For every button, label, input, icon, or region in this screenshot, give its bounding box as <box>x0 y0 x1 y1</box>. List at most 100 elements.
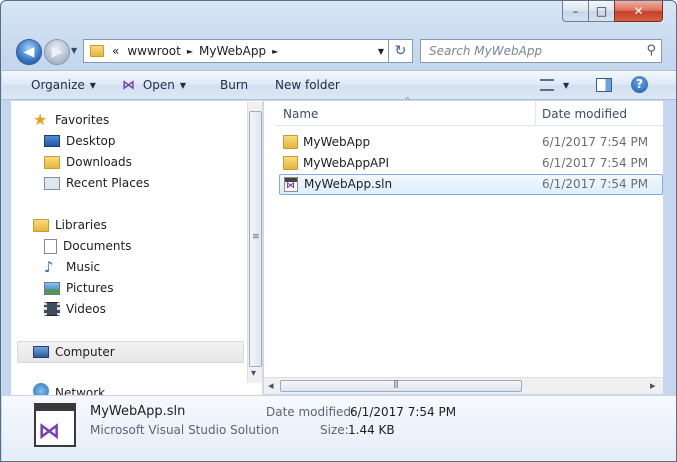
file-row-mywebappapi[interactable]: MyWebAppAPI 6/1/2017 7:54 PM <box>279 153 663 174</box>
details-file-type: Microsoft Visual Studio Solution <box>90 423 279 437</box>
command-bar: Organize ▼ ⋈ Open ▼ Burn New folder ▼ ? <box>2 70 676 100</box>
details-file-name: MyWebApp.sln <box>90 404 186 419</box>
music-icon: ♪ <box>44 258 54 276</box>
details-size-label: Size: <box>320 423 349 437</box>
scroll-down-arrow-icon[interactable]: ▾ <box>251 368 256 379</box>
preview-pane-button[interactable] <box>596 78 612 95</box>
breadcrumb-mywebapp[interactable]: MyWebApp <box>199 44 266 58</box>
file-row-mywebapp[interactable]: MyWebApp 6/1/2017 7:54 PM <box>279 132 663 153</box>
scroll-left-arrow-icon[interactable]: ◂ <box>268 379 274 392</box>
organize-button[interactable]: Organize ▼ <box>31 78 96 92</box>
file-name: MyWebApp.sln <box>304 177 393 191</box>
sidebar-item-label: Computer <box>55 345 115 359</box>
address-dropdown-icon[interactable]: ▼ <box>378 47 384 56</box>
downloads-folder-icon <box>44 155 60 169</box>
sidebar-item-label: Documents <box>63 239 132 253</box>
recent-places-icon <box>44 176 60 190</box>
file-row-mywebapp-sln[interactable]: ⋈ MyWebApp.sln 6/1/2017 7:54 PM <box>279 174 663 195</box>
close-icon: ✕ <box>633 4 644 18</box>
sidebar-item-network[interactable]: Network <box>33 383 105 395</box>
star-icon: ★ <box>33 110 48 129</box>
sidebar-item-videos[interactable]: Videos <box>44 299 106 319</box>
chevron-down-icon: ▼ <box>71 46 78 55</box>
file-name: MyWebApp <box>303 135 371 149</box>
chevron-down-icon: ▼ <box>563 81 570 90</box>
solution-file-large-icon: ⋈ <box>34 403 76 447</box>
sidebar-item-label: Network <box>55 386 106 395</box>
back-arrow-icon: ◀ <box>23 44 35 60</box>
minimize-icon: – <box>572 4 579 18</box>
visual-studio-icon: ⋈ <box>122 78 135 93</box>
minimize-button[interactable]: – <box>562 1 589 22</box>
chevron-down-icon: ▼ <box>89 81 96 90</box>
sidebar-item-computer[interactable]: Computer <box>17 341 244 363</box>
folder-icon <box>283 156 298 170</box>
forward-button[interactable]: ▶ <box>44 39 70 65</box>
breadcrumb-separator-icon[interactable]: ► <box>187 47 193 56</box>
sidebar-item-pictures[interactable]: Pictures <box>44 278 114 298</box>
view-details-icon <box>540 79 554 91</box>
search-placeholder: Search MyWebApp <box>429 44 543 58</box>
scrollbar-thumb[interactable]: ||| <box>280 379 522 392</box>
address-overflow[interactable]: « <box>112 44 119 58</box>
back-button[interactable]: ◀ <box>16 39 42 65</box>
maximize-button[interactable]: □ <box>588 1 615 22</box>
details-pane: ⋈ MyWebApp.sln Microsoft Visual Studio S… <box>2 395 676 461</box>
refresh-button[interactable]: ↻ <box>389 39 413 63</box>
sidebar-item-label: Videos <box>66 302 106 316</box>
libraries-icon <box>33 218 49 232</box>
address-bar[interactable]: « wwwroot ► MyWebApp ► ▼ <box>83 39 389 63</box>
file-list-horizontal-scrollbar[interactable]: ◂ ||| ▸ <box>264 377 663 394</box>
details-size-value: 1.44 KB <box>348 423 395 437</box>
sidebar-item-documents[interactable]: Documents <box>44 236 131 256</box>
sidebar-item-music[interactable]: ♪ Music <box>44 257 100 277</box>
documents-icon <box>44 238 57 254</box>
recent-pages-dropdown[interactable]: ▼ <box>71 46 77 55</box>
sidebar-item-recent-places[interactable]: Recent Places <box>44 173 149 193</box>
sidebar-item-label: Libraries <box>55 218 107 232</box>
sidebar-item-favorites[interactable]: ★ Favorites <box>33 110 109 130</box>
scrollbar-thumb[interactable]: ≡ <box>249 111 262 367</box>
burn-button[interactable]: Burn <box>220 78 248 92</box>
maximize-icon: □ <box>595 4 608 18</box>
search-input[interactable]: Search MyWebApp ⚲ <box>420 39 662 63</box>
file-date-modified: 6/1/2017 7:54 PM <box>542 135 649 149</box>
pictures-icon <box>44 281 60 295</box>
explorer-window: – □ ✕ ◀ ▶ ▼ « wwwroot ► MyWebApp ► ▼ ↻ S… <box>0 0 677 462</box>
details-date-value: 6/1/2017 7:54 PM <box>350 405 457 419</box>
sidebar-item-label: Music <box>66 260 101 274</box>
breadcrumb-separator-icon[interactable]: ► <box>272 47 278 56</box>
sidebar-item-label: Pictures <box>66 281 114 295</box>
new-folder-button[interactable]: New folder <box>275 78 340 92</box>
search-icon[interactable]: ⚲ <box>646 43 656 58</box>
desktop-icon <box>44 135 60 147</box>
folder-icon <box>90 45 104 57</box>
preview-pane-icon <box>596 78 612 92</box>
sidebar-item-libraries[interactable]: Libraries <box>33 215 107 235</box>
change-view-button[interactable]: ▼ <box>540 77 569 92</box>
videos-icon <box>44 302 60 316</box>
scroll-right-arrow-icon[interactable]: ▸ <box>650 379 656 392</box>
sidebar-item-label: Favorites <box>55 113 110 127</box>
column-header-date-modified[interactable]: Date modified <box>542 107 627 121</box>
sort-ascending-icon: ^ <box>404 96 411 105</box>
column-headers: Name ^ Date modified <box>276 96 663 126</box>
scrollbar-grip-icon: ≡ <box>252 232 260 242</box>
column-header-name[interactable]: Name <box>283 107 318 121</box>
sidebar-item-downloads[interactable]: Downloads <box>44 152 132 172</box>
network-icon <box>33 383 49 395</box>
file-date-modified: 6/1/2017 7:54 PM <box>542 156 649 170</box>
sidebar-item-desktop[interactable]: Desktop <box>44 131 116 151</box>
computer-icon <box>33 346 49 358</box>
help-icon: ? <box>631 76 648 93</box>
folder-icon <box>283 135 298 149</box>
close-button[interactable]: ✕ <box>614 1 663 22</box>
column-divider[interactable] <box>535 101 536 126</box>
details-date-label: Date modified: <box>266 405 356 419</box>
navigation-pane-scrollbar[interactable]: ≡ ▾ <box>247 102 262 383</box>
help-button[interactable]: ? <box>631 76 648 93</box>
sidebar-item-label: Recent Places <box>66 176 150 190</box>
open-button[interactable]: ⋈ Open ▼ <box>122 78 186 93</box>
sidebar-item-label: Desktop <box>66 134 116 148</box>
breadcrumb-wwwroot[interactable]: wwwroot <box>127 44 181 58</box>
